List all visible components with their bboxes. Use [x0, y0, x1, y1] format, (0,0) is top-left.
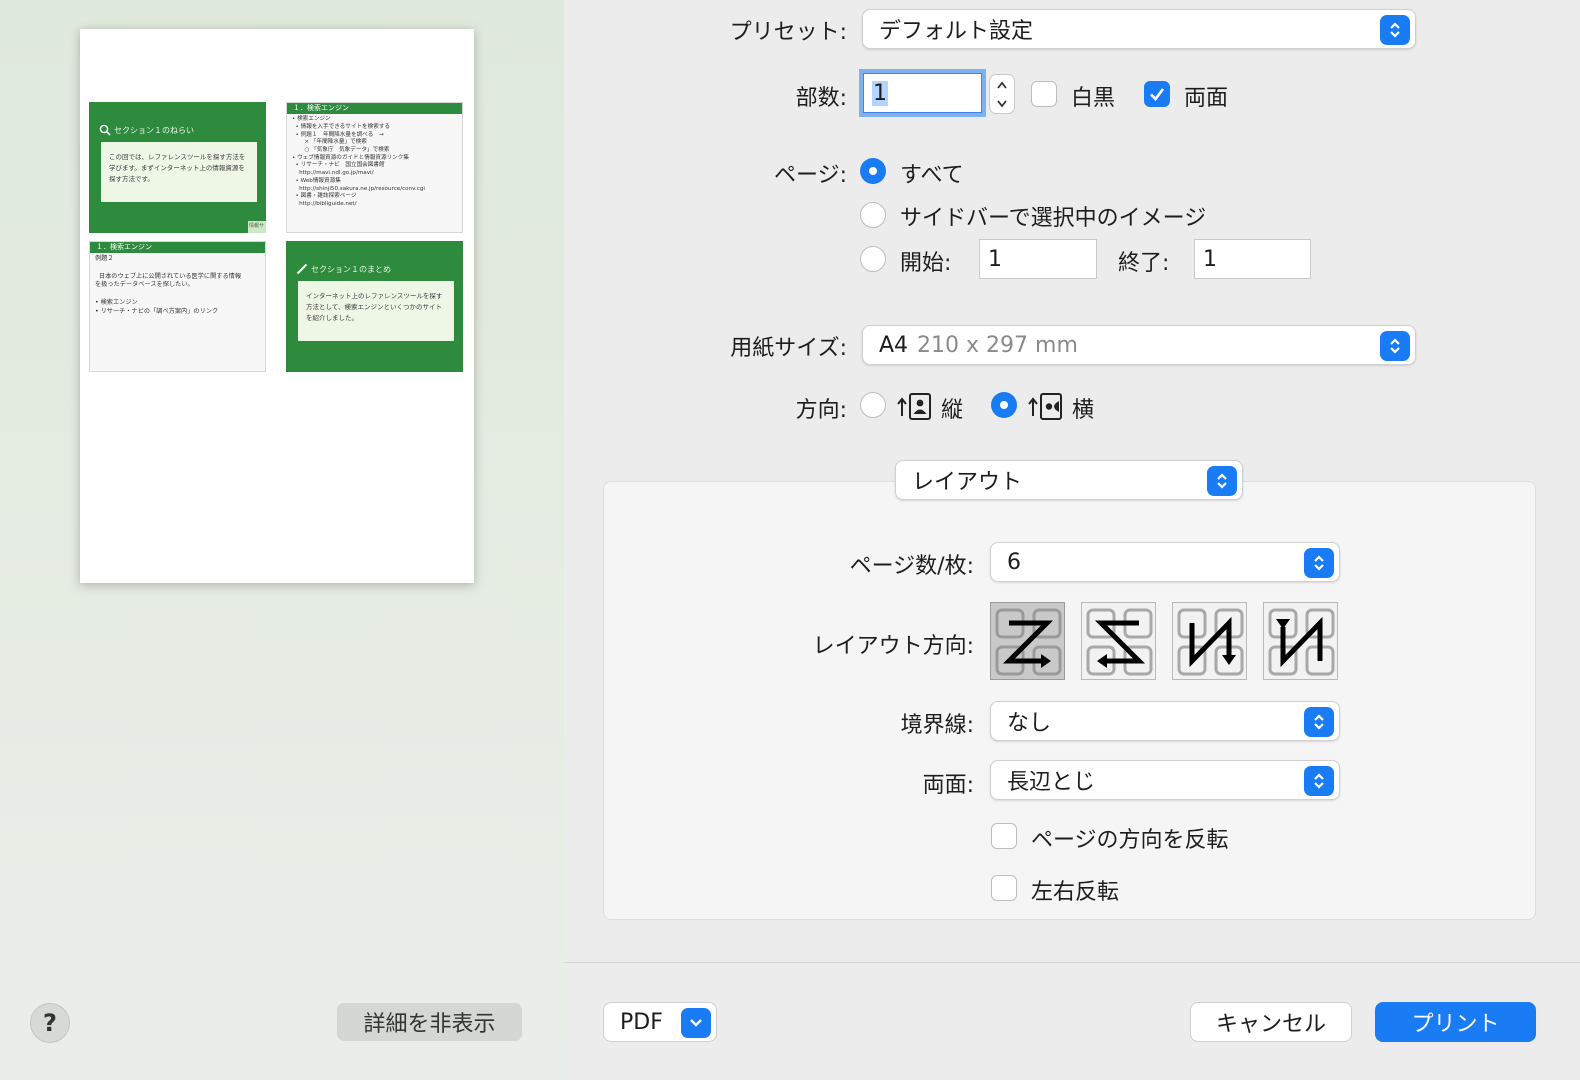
reverse-n-layout-icon	[1177, 608, 1244, 676]
page-preview: セクション１のねらい この回では、レファレンスツールを探す方法を学びます。まずイ…	[80, 29, 474, 583]
updown-chevron-icon	[1304, 707, 1334, 737]
paper-size-popup[interactable]: A4 210 x 297 mm	[862, 325, 1416, 365]
cancel-button[interactable]: キャンセル	[1190, 1002, 1352, 1042]
chevron-up-icon[interactable]	[996, 81, 1008, 89]
duplex-checkbox[interactable]	[1144, 81, 1170, 107]
pages-from-value: 1	[988, 246, 1002, 272]
copies-value: 1	[872, 80, 888, 106]
flip-horizontal-label: 左右反転	[1031, 880, 1120, 905]
slide-title: セクション１のねらい	[114, 126, 194, 135]
portrait-orientation-icon	[897, 393, 931, 420]
pages-per-sheet-popup[interactable]: 6	[990, 542, 1340, 582]
pages-per-sheet-value: 6	[1007, 549, 1021, 575]
pages-to-field[interactable]: 1	[1194, 239, 1311, 279]
preset-value: デフォルト設定	[879, 19, 1034, 44]
preset-label: プリセット:	[729, 20, 847, 45]
search-icon	[99, 124, 111, 136]
print-button[interactable]: プリント	[1375, 1002, 1536, 1042]
slide-thumbnail: セクション１のねらい この回では、レファレンスツールを探す方法を学びます。まずイ…	[89, 102, 266, 233]
reverse-orientation-label: ページの方向を反転	[1031, 828, 1229, 853]
layout-duplex-popup[interactable]: 長辺とじ	[990, 760, 1340, 800]
slide-thumbnail: セクション１のまとめ インターネット上のレファレンスツールを探す方法として、検索…	[286, 241, 463, 372]
slide-title: １．検索エンジン	[287, 103, 462, 115]
slide-footer: 情報サ	[248, 221, 266, 233]
updown-chevron-icon	[1304, 548, 1334, 578]
copies-label: 部数:	[795, 86, 847, 111]
layout-duplex-label: 両面:	[922, 773, 974, 798]
slide-title: １．検索エンジン	[90, 242, 265, 254]
help-button[interactable]: ?	[30, 1003, 70, 1043]
bw-checkbox[interactable]	[1031, 81, 1057, 107]
paper-size-value: A4	[879, 332, 909, 358]
chevron-down-icon	[681, 1008, 711, 1038]
hide-details-button[interactable]: 詳細を非表示	[337, 1003, 522, 1041]
pages-sidebar-radio[interactable]	[860, 202, 886, 228]
print-settings-pane: プリセット: デフォルト設定 部数: 1 白黒 両面 ページ: すべて サイドバ…	[564, 0, 1580, 1080]
pages-label: ページ:	[774, 163, 847, 188]
landscape-radio[interactable]	[991, 392, 1017, 418]
paper-size-dimensions: 210 x 297 mm	[917, 332, 1078, 358]
updown-chevron-icon	[1304, 766, 1334, 796]
chevron-down-icon[interactable]	[996, 99, 1008, 108]
n-layout-icon	[1268, 608, 1335, 676]
copies-field[interactable]: 1	[859, 69, 986, 117]
pages-from-label: 開始:	[900, 251, 952, 276]
orientation-label: 方向:	[795, 398, 847, 423]
paper-size-label: 用紙サイズ:	[730, 336, 847, 361]
reverse-z-layout-icon	[1086, 608, 1153, 676]
portrait-radio[interactable]	[860, 392, 886, 418]
preset-popup[interactable]: デフォルト設定	[862, 9, 1416, 49]
pdf-menu-button[interactable]: PDF	[603, 1002, 717, 1042]
pages-from-field[interactable]: 1	[979, 239, 1097, 279]
border-value: なし	[1007, 711, 1052, 736]
pages-range-radio[interactable]	[860, 246, 886, 272]
layout-direction-z-button[interactable]	[990, 602, 1065, 680]
slide-body: • 検索エンジン • 情報を入手できるサイトを検索する • 例題１ 年間降水量を…	[292, 116, 425, 207]
pages-to-label: 終了:	[1118, 251, 1170, 276]
slide-thumbnail: １．検索エンジン 例題２ 日本のウェブ上に公開されている医学に関する情報 を扱っ…	[89, 241, 266, 372]
updown-chevron-icon	[1380, 15, 1410, 45]
divider	[564, 962, 1580, 963]
pages-per-sheet-label: ページ数/枚:	[849, 554, 974, 579]
pencil-icon	[296, 263, 308, 275]
duplex-label: 両面	[1184, 86, 1229, 111]
layout-duplex-value: 長辺とじ	[1007, 770, 1096, 795]
updown-chevron-icon	[1207, 466, 1237, 496]
pages-to-value: 1	[1203, 246, 1217, 272]
checkmark-icon	[1150, 88, 1165, 101]
pages-all-radio[interactable]	[860, 158, 886, 184]
portrait-label: 縦	[941, 398, 964, 423]
copies-stepper[interactable]	[989, 74, 1015, 114]
slide-title: セクション１のまとめ	[311, 265, 391, 274]
slide-thumbnail: １．検索エンジン • 検索エンジン • 情報を入手できるサイトを検索する • 例…	[286, 102, 463, 233]
border-popup[interactable]: なし	[990, 701, 1340, 741]
updown-chevron-icon	[1380, 331, 1410, 361]
bw-label: 白黒	[1071, 86, 1116, 111]
slide-body: インターネット上のレファレンスツールを探す方法として、検索エンジンといくつかのサ…	[298, 281, 454, 341]
section-popup-value: レイアウト	[912, 470, 1023, 495]
slide-body: この回では、レファレンスツールを探す方法を学びます。まずインターネット上の情報資…	[101, 142, 257, 202]
preview-pane: セクション１のねらい この回では、レファレンスツールを探す方法を学びます。まずイ…	[0, 0, 564, 1080]
layout-direction-reverse-z-button[interactable]	[1081, 602, 1156, 680]
layout-direction-reverse-n-button[interactable]	[1172, 602, 1247, 680]
slide-body: 例題２ 日本のウェブ上に公開されている医学に関する情報 を扱ったデータベースを探…	[95, 255, 242, 315]
reverse-orientation-checkbox[interactable]	[991, 823, 1017, 849]
pages-sidebar-label: サイドバーで選択中のイメージ	[900, 206, 1207, 231]
flip-horizontal-checkbox[interactable]	[991, 875, 1017, 901]
landscape-label: 横	[1072, 398, 1095, 423]
z-layout-icon	[995, 608, 1062, 676]
border-label: 境界線:	[900, 713, 974, 738]
pdf-label: PDF	[620, 1009, 663, 1035]
layout-direction-n-button[interactable]	[1263, 602, 1338, 680]
pages-all-label: すべて	[900, 163, 964, 188]
section-popup[interactable]: レイアウト	[895, 460, 1243, 500]
landscape-orientation-icon	[1028, 393, 1062, 420]
layout-direction-label: レイアウト方向:	[812, 634, 974, 659]
